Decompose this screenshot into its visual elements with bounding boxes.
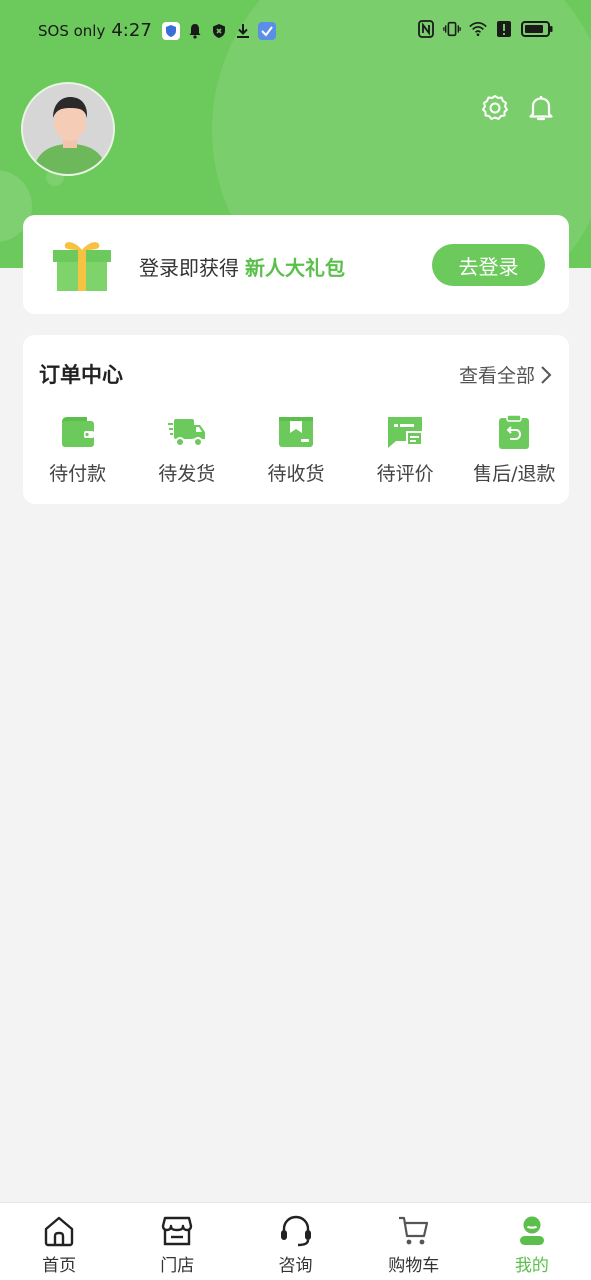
login-banner: 登录即获得 新人大礼包 去登录	[23, 215, 569, 314]
home-icon	[44, 1216, 74, 1247]
nav-profile[interactable]: 我的	[473, 1203, 591, 1280]
gift-icon	[51, 237, 113, 293]
status-bar: SOS only 4:27	[0, 0, 591, 66]
order-item-label: 待发货	[158, 463, 216, 485]
clock: 4:27	[111, 20, 152, 41]
chevron-right-icon	[541, 365, 552, 384]
settings-gear-icon[interactable]	[480, 93, 510, 123]
order-item-label: 待付款	[49, 463, 107, 485]
order-center-title: 订单中心	[39, 363, 123, 387]
order-item-pending-receipt[interactable]: 待收货	[241, 413, 350, 486]
nav-label: 首页	[42, 1256, 77, 1276]
nav-label: 门店	[160, 1256, 195, 1276]
nav-cart[interactable]: 购物车	[355, 1203, 473, 1280]
order-item-after-sales[interactable]: 售后/退款	[460, 413, 569, 486]
order-item-label: 待收货	[267, 463, 325, 485]
battery-icon	[521, 20, 553, 38]
order-item-pending-payment[interactable]: 待付款	[23, 413, 132, 486]
nav-label: 购物车	[388, 1256, 440, 1276]
view-all-orders-link[interactable]: 查看全部	[459, 361, 553, 388]
truck-icon	[167, 419, 205, 447]
refund-icon	[499, 414, 530, 449]
avatar[interactable]	[21, 82, 115, 176]
order-item-pending-shipment[interactable]: 待发货	[132, 413, 241, 486]
app-badge-icon	[257, 21, 276, 40]
login-button[interactable]: 去登录	[432, 244, 545, 286]
shield-app-icon	[161, 21, 180, 40]
vibrate-icon	[443, 20, 461, 38]
promo-highlight: 新人大礼包	[245, 256, 345, 280]
alert-icon	[495, 20, 513, 38]
wallet-icon	[61, 417, 94, 447]
nav-label: 我的	[514, 1256, 549, 1276]
order-item-pending-review[interactable]: 待评价	[351, 413, 460, 486]
download-icon	[234, 22, 252, 40]
view-all-label: 查看全部	[458, 365, 535, 387]
box-icon	[278, 417, 313, 447]
login-promo-text: 登录即获得 新人大礼包	[139, 252, 345, 281]
headset-icon	[280, 1215, 311, 1247]
cart-icon	[398, 1216, 428, 1245]
nav-label: 咨询	[278, 1256, 313, 1276]
nav-home[interactable]: 首页	[0, 1203, 118, 1280]
order-item-label: 售后/退款	[473, 463, 556, 485]
nav-consult[interactable]: 咨询	[236, 1203, 354, 1280]
nfc-icon	[417, 20, 435, 38]
avatar-person-icon	[23, 84, 113, 174]
carrier-text: SOS only	[38, 21, 106, 40]
bottom-navigation: 首页 门店 咨询 购物车 我的	[0, 1202, 591, 1280]
comment-icon	[388, 417, 423, 448]
promo-text: 登录即获得	[139, 256, 239, 280]
profile-icon	[519, 1216, 544, 1245]
wifi-icon	[469, 20, 487, 38]
notification-bell-icon[interactable]	[526, 93, 556, 123]
order-item-label: 待评价	[376, 463, 434, 485]
bell-notification-icon	[186, 22, 204, 40]
nav-store[interactable]: 门店	[118, 1203, 236, 1280]
order-center-card: 订单中心 查看全部 待付款 待发货 待收货 待评价 售后/退款	[23, 335, 569, 504]
store-icon	[162, 1216, 193, 1246]
security-icon	[210, 22, 228, 40]
